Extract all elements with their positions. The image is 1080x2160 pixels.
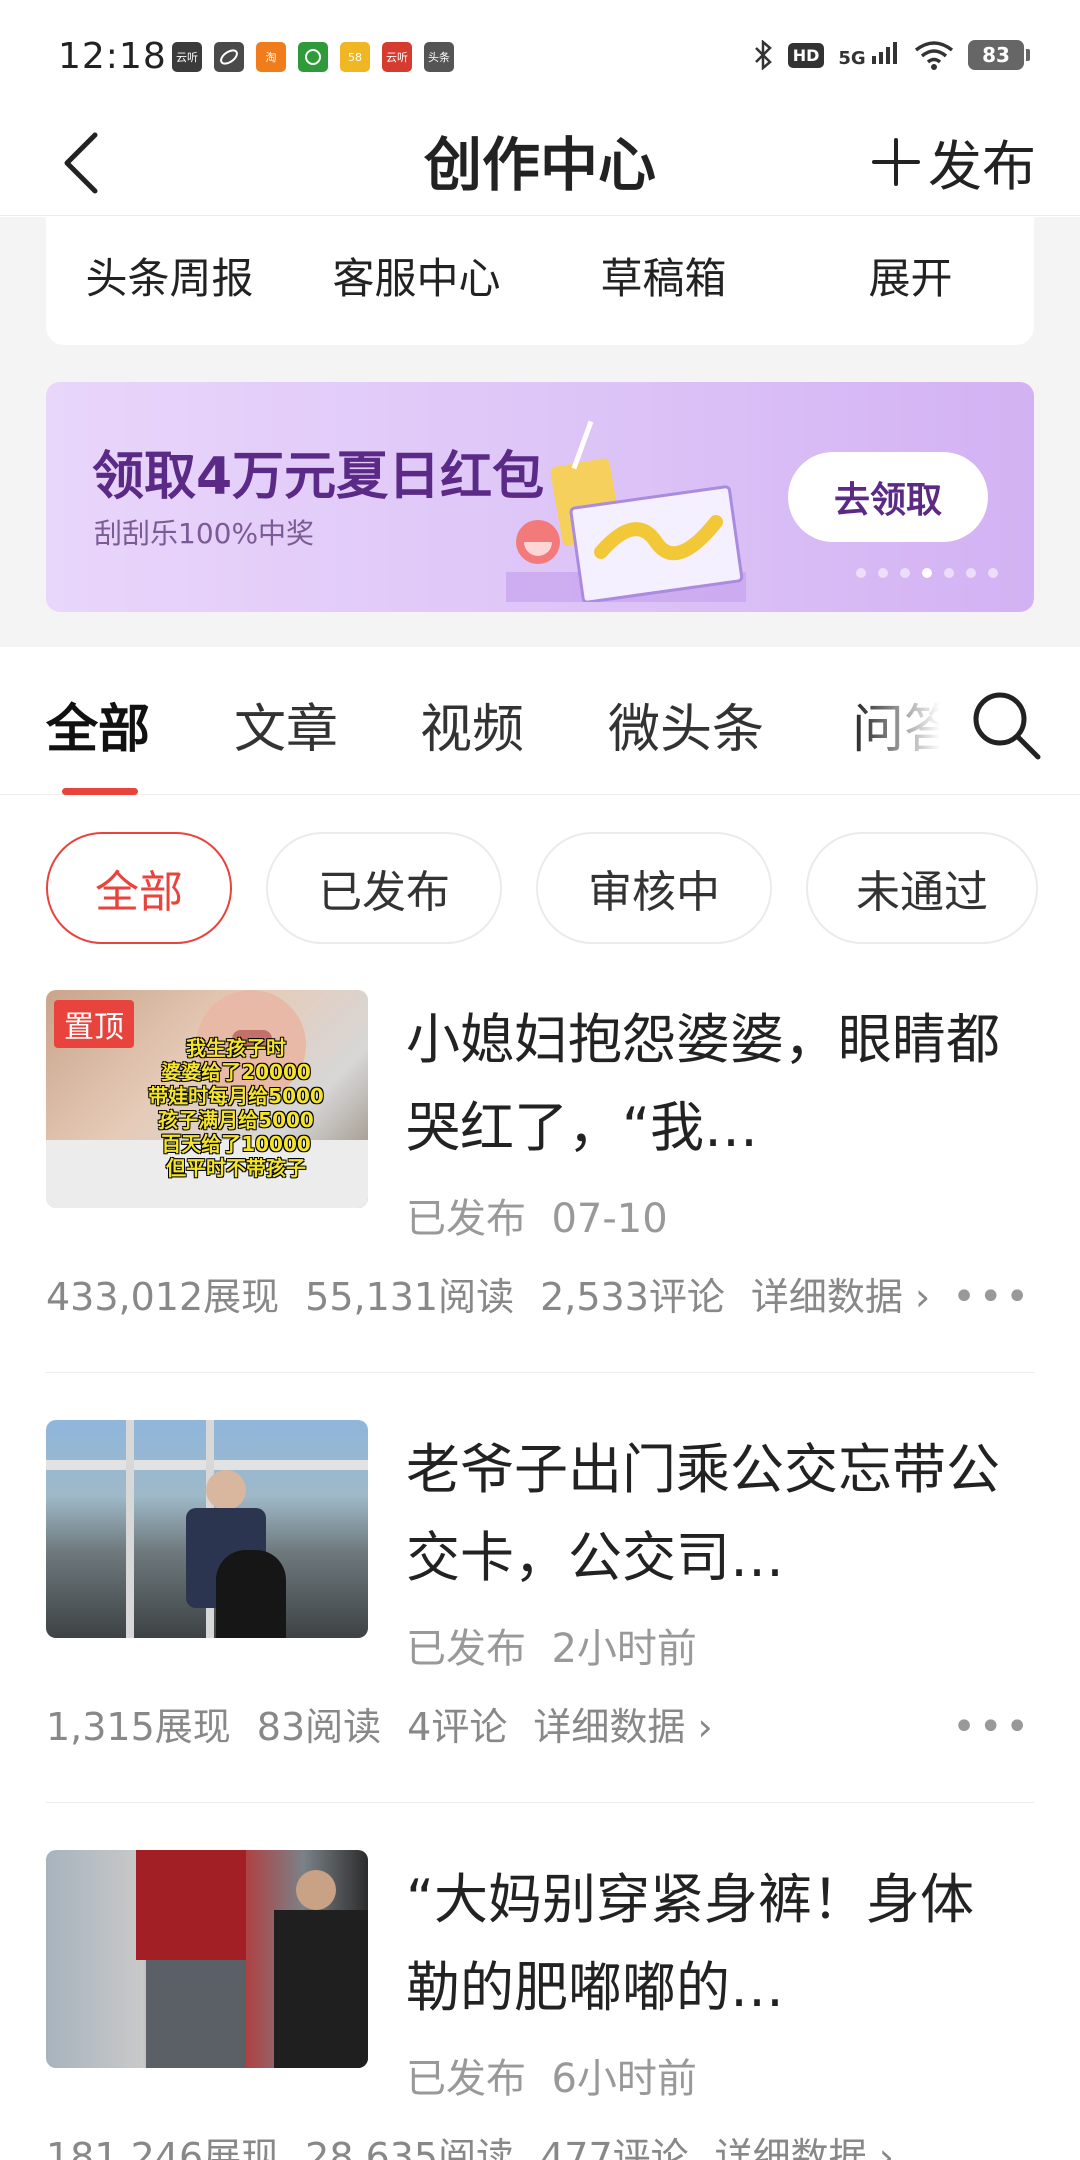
tabs-fade-overlay: [860, 667, 960, 767]
item-title[interactable]: 小媳妇抱怨婆婆，眼睛都哭红了，“我…: [406, 996, 1026, 1172]
signal-5g-icon: 5G: [838, 41, 900, 69]
pagination-dot: [966, 568, 976, 578]
item-stats: 1,315展现 83阅读 4评论 详细数据 ›: [46, 1696, 713, 1751]
more-options-icon[interactable]: •••: [952, 1274, 1032, 1320]
pagination-dot-active: [922, 568, 932, 578]
quick-link-drafts[interactable]: 草稿箱: [540, 217, 787, 345]
battery-icon: 83: [968, 40, 1030, 70]
list-item[interactable]: 老爷子出门乘公交忘带公交卡，公交司… 已发布 2小时前 1,315展现 83阅读…: [46, 1420, 1034, 1750]
detail-data-link[interactable]: 详细数据 ›: [751, 1266, 930, 1321]
quick-links-card: 头条周报 客服中心 草稿箱 展开: [46, 217, 1034, 345]
green-app-icon: [298, 42, 328, 72]
tab-videos[interactable]: 视频: [420, 687, 524, 762]
banner-title: 领取4万元夏日红包: [92, 447, 545, 507]
pagination-dot: [900, 568, 910, 578]
wifi-icon: [914, 41, 954, 70]
divider: [46, 1372, 1034, 1373]
promo-banner[interactable]: 领取4万元夏日红包 刮刮乐100%中奖 去领取: [46, 382, 1034, 612]
filter-all[interactable]: 全部: [46, 832, 232, 944]
tab-all[interactable]: 全部: [46, 687, 150, 762]
thumbnail-image: [46, 1420, 368, 1638]
tab-articles[interactable]: 文章: [234, 687, 338, 762]
status-indicators: HD 5G 83: [752, 40, 1030, 70]
list-item[interactable]: “大妈别穿紧身裤！身体勒的肥嘟嘟的… 已发布 6小时前 181,246展现 28…: [46, 1850, 1034, 2160]
scratch-card-illustration: [506, 420, 746, 602]
xinwen-app-icon: 云听: [172, 42, 202, 72]
stat-reads: 28,635阅读: [305, 2135, 515, 2160]
thumbnail-image: 置顶 我生孩子时 婆婆给了20000 带娃时每月给5000 孩子满月给5000 …: [46, 990, 368, 1208]
item-title[interactable]: 老爷子出门乘公交忘带公交卡，公交司…: [406, 1426, 1026, 1602]
stat-reads: 55,131阅读: [305, 1275, 515, 1319]
quick-link-weekly-report[interactable]: 头条周报: [46, 217, 293, 345]
item-status: 已发布 07-10: [406, 1196, 668, 1242]
taobao-app-icon: 淘: [256, 42, 286, 72]
nav-bar: 创作中心 发布: [0, 110, 1080, 216]
list-item[interactable]: 置顶 我生孩子时 婆婆给了20000 带娃时每月给5000 孩子满月给5000 …: [46, 990, 1034, 1320]
stat-comments: 4评论: [407, 1705, 508, 1749]
status-app-icons: 云听 淘 58 云听 头条: [172, 42, 454, 72]
stat-impressions: 433,012展现: [46, 1275, 280, 1319]
pagination-dot: [878, 568, 888, 578]
tab-micro-posts[interactable]: 微头条: [608, 687, 764, 762]
active-tab-indicator: [62, 788, 138, 795]
status-filter-chips: 全部 已发布 审核中 未通过: [46, 832, 1038, 944]
stat-comments: 477评论: [540, 2135, 689, 2160]
search-icon: [973, 692, 1041, 760]
quick-link-customer-service[interactable]: 客服中心: [293, 217, 540, 345]
item-status: 已发布 2小时前: [406, 1626, 697, 1672]
search-button[interactable]: [968, 687, 1044, 763]
red-news-app-icon: 云听: [382, 42, 412, 72]
filter-published[interactable]: 已发布: [266, 832, 502, 944]
pagination-dot: [856, 568, 866, 578]
status-time: 12:18: [58, 36, 167, 77]
item-title[interactable]: “大妈别穿紧身裤！身体勒的肥嘟嘟的…: [406, 1856, 1026, 2032]
filter-under-review[interactable]: 审核中: [536, 832, 772, 944]
divider: [46, 1802, 1034, 1803]
58-app-icon: 58: [340, 42, 370, 72]
banner-subtitle: 刮刮乐100%中奖: [94, 517, 315, 550]
stat-impressions: 181,246展现: [46, 2135, 280, 2160]
item-stats: 181,246展现 28,635阅读 477评论 详细数据 ›: [46, 2126, 894, 2160]
pagination-dot: [988, 568, 998, 578]
bluetooth-icon: [754, 40, 772, 70]
status-bar: 12:18 云听 淘 58 云听 头条 HD 5G 83: [0, 0, 1080, 110]
stat-comments: 2,533评论: [540, 1275, 725, 1319]
stat-reads: 83阅读: [256, 1705, 382, 1749]
filter-rejected[interactable]: 未通过: [806, 832, 1038, 944]
quick-link-expand[interactable]: 展开: [787, 217, 1034, 345]
detail-data-link[interactable]: 详细数据 ›: [533, 1696, 712, 1751]
top-section: 头条周报 客服中心 草稿箱 展开 领取4万元夏日红包 刮刮乐100%中奖 去领取: [0, 217, 1080, 647]
pagination-dot: [944, 568, 954, 578]
claim-button[interactable]: 去领取: [788, 452, 988, 542]
content-type-tabs: 全部 文章 视频 微头条 问答: [0, 647, 1080, 795]
plus-icon: [872, 137, 920, 186]
more-options-icon[interactable]: •••: [952, 1704, 1032, 1750]
item-status: 已发布 6小时前: [406, 2056, 697, 2102]
leaf-app-icon: [214, 42, 244, 72]
publish-label: 发布: [928, 135, 1036, 198]
item-stats: 433,012展现 55,131阅读 2,533评论 详细数据 ›: [46, 1266, 930, 1321]
detail-data-link[interactable]: 详细数据 ›: [715, 2126, 894, 2160]
toutiao-app-icon: 头条: [424, 42, 454, 72]
hd-icon: HD: [787, 42, 825, 68]
thumbnail-caption: 我生孩子时 婆婆给了20000 带娃时每月给5000 孩子满月给5000 百天给…: [148, 1036, 324, 1180]
thumbnail-image: [46, 1850, 368, 2068]
banner-pagination: [856, 568, 998, 578]
stat-impressions: 1,315展现: [46, 1705, 231, 1749]
publish-button[interactable]: 发布: [872, 122, 1036, 201]
